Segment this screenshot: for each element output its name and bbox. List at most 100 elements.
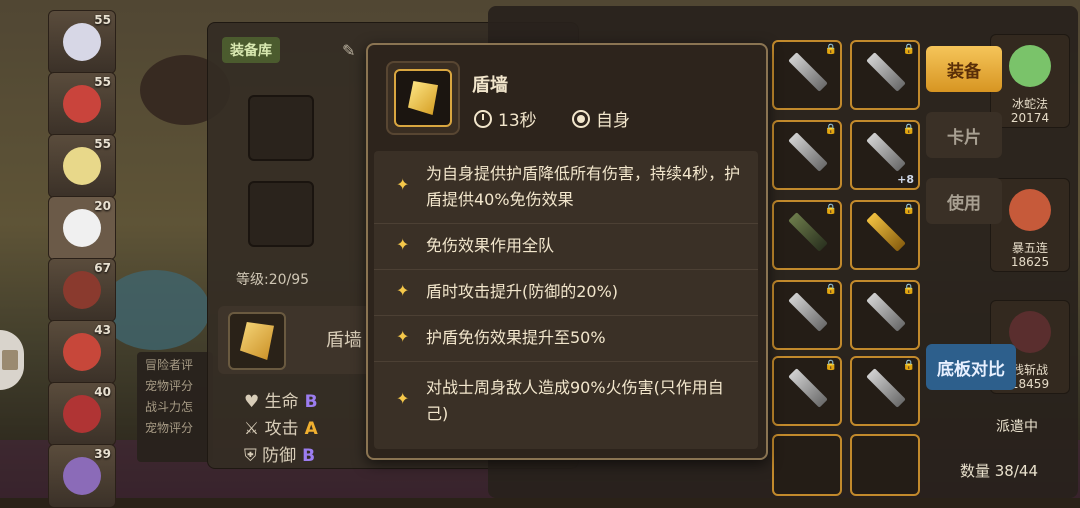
shield-wall-icon — [408, 81, 438, 115]
item-cell[interactable]: 🔒 — [772, 120, 842, 190]
effect-list: ✦ 为自身提供护盾降低所有伤害，持续4秒，护盾提供40%免伤效果 ✦ 免伤效果作用全… — [374, 151, 758, 449]
dispatch-label: 派遣中 — [996, 419, 1038, 435]
clock-icon — [474, 109, 492, 128]
hero-card[interactable]: 40 — [48, 382, 116, 446]
stat-defense: ⛨ 防御 B — [244, 446, 316, 466]
hero-avatar — [1009, 189, 1051, 231]
lock-icon: 🔒 — [902, 124, 915, 135]
hero-level: 43 — [94, 323, 111, 337]
hero-power: 18625 — [1010, 255, 1050, 269]
hero-avatar — [63, 85, 101, 123]
equipment-level: 等级:20/95 — [236, 272, 310, 288]
hero-card[interactable]: 67 — [48, 258, 116, 322]
hero-card[interactable]: 冰蛇法 20174 — [990, 34, 1070, 128]
hero-level: 55 — [94, 13, 111, 27]
cooldown-info: 13秒 — [474, 106, 537, 131]
hero-level: 67 — [94, 261, 111, 275]
star-icon: ✦ — [396, 281, 410, 300]
lock-icon: 🔒 — [902, 360, 915, 371]
effect-text: 护盾免伤效果提升至50% — [426, 328, 606, 347]
hero-card[interactable]: 55 — [48, 134, 116, 198]
adventurer-eval-panel: 冒险者评 宠物评分 战斗力怎 宠物评分 — [137, 352, 213, 462]
eval-line: 宠物评分 — [145, 421, 194, 435]
hero-name: 暴五连 — [1011, 241, 1048, 255]
stat-list: ♥ 生命 B ⚔ 攻击 A ⛨ 防御 B — [244, 387, 318, 468]
item-cell[interactable] — [850, 434, 920, 496]
equipment-library-tag[interactable]: 装备库 — [222, 37, 280, 63]
hero-card[interactable]: 55 — [48, 10, 116, 74]
skill-title: 盾墙 — [472, 75, 508, 96]
hero-avatar — [63, 395, 101, 433]
stat-hp: ♥ 生命 B — [244, 392, 318, 412]
item-cell[interactable]: 🔒 — [772, 356, 842, 426]
item-cell[interactable]: 🔒 — [850, 40, 920, 110]
book-icon — [2, 350, 18, 370]
lock-icon: 🔒 — [902, 284, 915, 295]
lock-icon: 🔒 — [824, 124, 837, 135]
hero-avatar — [63, 457, 101, 495]
stat-grade: A — [304, 419, 318, 439]
item-cell[interactable]: 🔒 — [772, 40, 842, 110]
stat-label: 攻击 — [264, 419, 299, 439]
effect-item: ✦ 为自身提供护盾降低所有伤害，持续4秒，护盾提供40%免伤效果 — [374, 151, 758, 224]
star-icon: ✦ — [396, 175, 410, 194]
hero-power: 20174 — [1010, 111, 1050, 125]
item-cell[interactable]: 🔒 — [850, 280, 920, 350]
eval-line: 战斗力怎 — [145, 400, 194, 414]
stat-label: 生命 — [264, 392, 299, 412]
stat-grade: B — [304, 392, 318, 412]
hero-card[interactable]: 39 — [48, 444, 116, 508]
item-cell[interactable]: 🔒 — [772, 200, 842, 270]
skill-name: 盾墙 — [326, 330, 362, 351]
effect-text: 对战士周身敌人造成90%火伤害(只作用自己) — [426, 378, 724, 423]
skill-icon-frame — [386, 61, 460, 135]
armor-slot[interactable] — [248, 181, 314, 247]
item-cell[interactable]: 🔒 — [850, 356, 920, 426]
eval-line: 冒险者评 — [145, 358, 194, 372]
hero-avatar — [1009, 45, 1051, 87]
lock-icon: 🔒 — [824, 284, 837, 295]
weapon-slot[interactable] — [248, 95, 314, 161]
lock-icon: 🔒 — [902, 44, 915, 55]
item-cell[interactable] — [772, 434, 842, 496]
shield-wall-icon — [228, 312, 286, 370]
hero-level: 39 — [94, 447, 111, 461]
compare-button[interactable]: 底板对比 — [926, 344, 1016, 390]
star-icon: ✦ — [396, 327, 410, 346]
hero-level: 55 — [94, 137, 111, 151]
effect-text: 盾时攻击提升(防御的20%) — [426, 282, 619, 301]
pencil-icon[interactable]: ✎ — [342, 41, 355, 60]
card-button[interactable]: 卡片 — [926, 112, 1002, 158]
effect-item: ✦ 盾时攻击提升(防御的20%) — [374, 269, 758, 316]
star-icon: ✦ — [396, 235, 410, 254]
enhance-badge: +8 — [897, 173, 914, 186]
hero-card[interactable]: 55 — [48, 72, 116, 136]
inventory-count: 数量 38/44 — [960, 462, 1038, 480]
effect-text: 为自身提供护盾降低所有伤害，持续4秒，护盾提供40%免伤效果 — [426, 164, 741, 209]
hero-level: 20 — [94, 199, 111, 213]
hero-card[interactable]: 暴五连 18625 — [990, 178, 1070, 272]
hero-avatar — [63, 333, 101, 371]
stat-attack: ⚔ 攻击 A — [244, 419, 318, 439]
hero-card[interactable]: 43 — [48, 320, 116, 384]
lock-icon: 🔒 — [824, 360, 837, 371]
item-cell[interactable]: 🔒 +8 — [850, 120, 920, 190]
hero-card[interactable]: 20 — [48, 196, 116, 260]
equip-button[interactable]: 装备 — [926, 46, 1002, 92]
stat-label: 防御 — [262, 446, 297, 466]
hero-avatar — [63, 209, 101, 247]
lock-icon: 🔒 — [824, 204, 837, 215]
effect-item: ✦ 对战士周身敌人造成90%火伤害(只作用自己) — [374, 361, 758, 441]
item-cell[interactable]: 🔒 — [772, 280, 842, 350]
target-icon — [572, 109, 590, 128]
star-icon: ✦ — [396, 389, 410, 408]
use-button[interactable]: 使用 — [926, 178, 1002, 224]
hero-level: 55 — [94, 75, 111, 89]
cooldown-value: 13秒 — [498, 111, 537, 131]
item-cell[interactable]: 🔒 — [850, 200, 920, 270]
hero-name: 冰蛇法 — [1011, 97, 1048, 111]
effect-item: ✦ 护盾免伤效果提升至50% — [374, 315, 758, 362]
skill-tooltip: 盾墙 13秒 自身 ✦ 为自身提供护盾降低所有伤害，持续4秒，护盾提供40%免伤效… — [366, 43, 768, 460]
effect-text: 免伤效果作用全队 — [426, 236, 555, 255]
lock-icon: 🔒 — [902, 204, 915, 215]
